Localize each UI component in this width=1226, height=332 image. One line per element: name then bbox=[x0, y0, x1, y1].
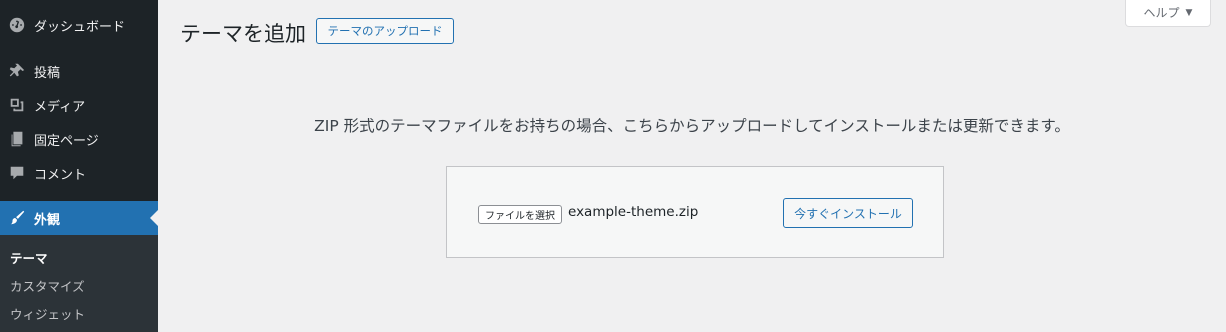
page-title: テーマを追加 bbox=[180, 22, 306, 46]
upload-form: ファイルを選択 example-theme.zip 今すぐインストール bbox=[446, 166, 944, 258]
sidebar-item-pages[interactable]: 固定ページ bbox=[0, 122, 158, 156]
upload-description: ZIP 形式のテーマファイルをお持ちの場合、こちらからアップロードしてインストー… bbox=[314, 117, 1070, 135]
media-icon bbox=[7, 95, 27, 115]
submenu-item-widgets[interactable]: ウィジェット bbox=[10, 304, 85, 323]
submenu-item-customize[interactable]: カスタマイズ bbox=[10, 276, 85, 295]
sidebar-item-dashboard[interactable]: ダッシュボード bbox=[0, 8, 158, 42]
page-icon bbox=[7, 129, 27, 149]
admin-sidebar: ダッシュボード 投稿 メディア 固定ページ コメント 外観 テーマ カスタマイズ bbox=[0, 0, 158, 332]
sidebar-item-label: メディア bbox=[34, 99, 86, 115]
sidebar-item-media[interactable]: メディア bbox=[0, 88, 158, 122]
upload-theme-button[interactable]: テーマのアップロード bbox=[316, 18, 454, 44]
sidebar-item-posts[interactable]: 投稿 bbox=[0, 54, 158, 88]
brush-icon bbox=[7, 208, 27, 228]
comment-icon bbox=[7, 163, 27, 183]
caret-down-icon: ▼ bbox=[1185, 7, 1193, 18]
sidebar-item-label: ダッシュボード bbox=[34, 19, 126, 35]
help-tab-button[interactable]: ヘルプ ▼ bbox=[1125, 0, 1211, 27]
choose-file-button[interactable]: ファイルを選択 bbox=[478, 205, 562, 224]
current-menu-arrow bbox=[150, 210, 158, 226]
pin-icon bbox=[7, 61, 27, 81]
sidebar-item-label: コメント bbox=[34, 167, 87, 183]
sidebar-item-appearance[interactable]: 外観 bbox=[0, 201, 158, 235]
selected-file-name: example-theme.zip bbox=[568, 204, 699, 220]
install-now-button[interactable]: 今すぐインストール bbox=[783, 198, 913, 228]
help-label: ヘルプ bbox=[1143, 6, 1180, 20]
appearance-submenu: テーマ カスタマイズ ウィジェット bbox=[0, 235, 158, 332]
dashboard-icon bbox=[7, 15, 27, 35]
sidebar-item-comments[interactable]: コメント bbox=[0, 156, 158, 190]
sidebar-item-label: 固定ページ bbox=[34, 133, 99, 149]
sidebar-item-label: 外観 bbox=[34, 212, 61, 228]
submenu-item-themes[interactable]: テーマ bbox=[10, 248, 48, 267]
sidebar-item-label: 投稿 bbox=[34, 65, 61, 81]
